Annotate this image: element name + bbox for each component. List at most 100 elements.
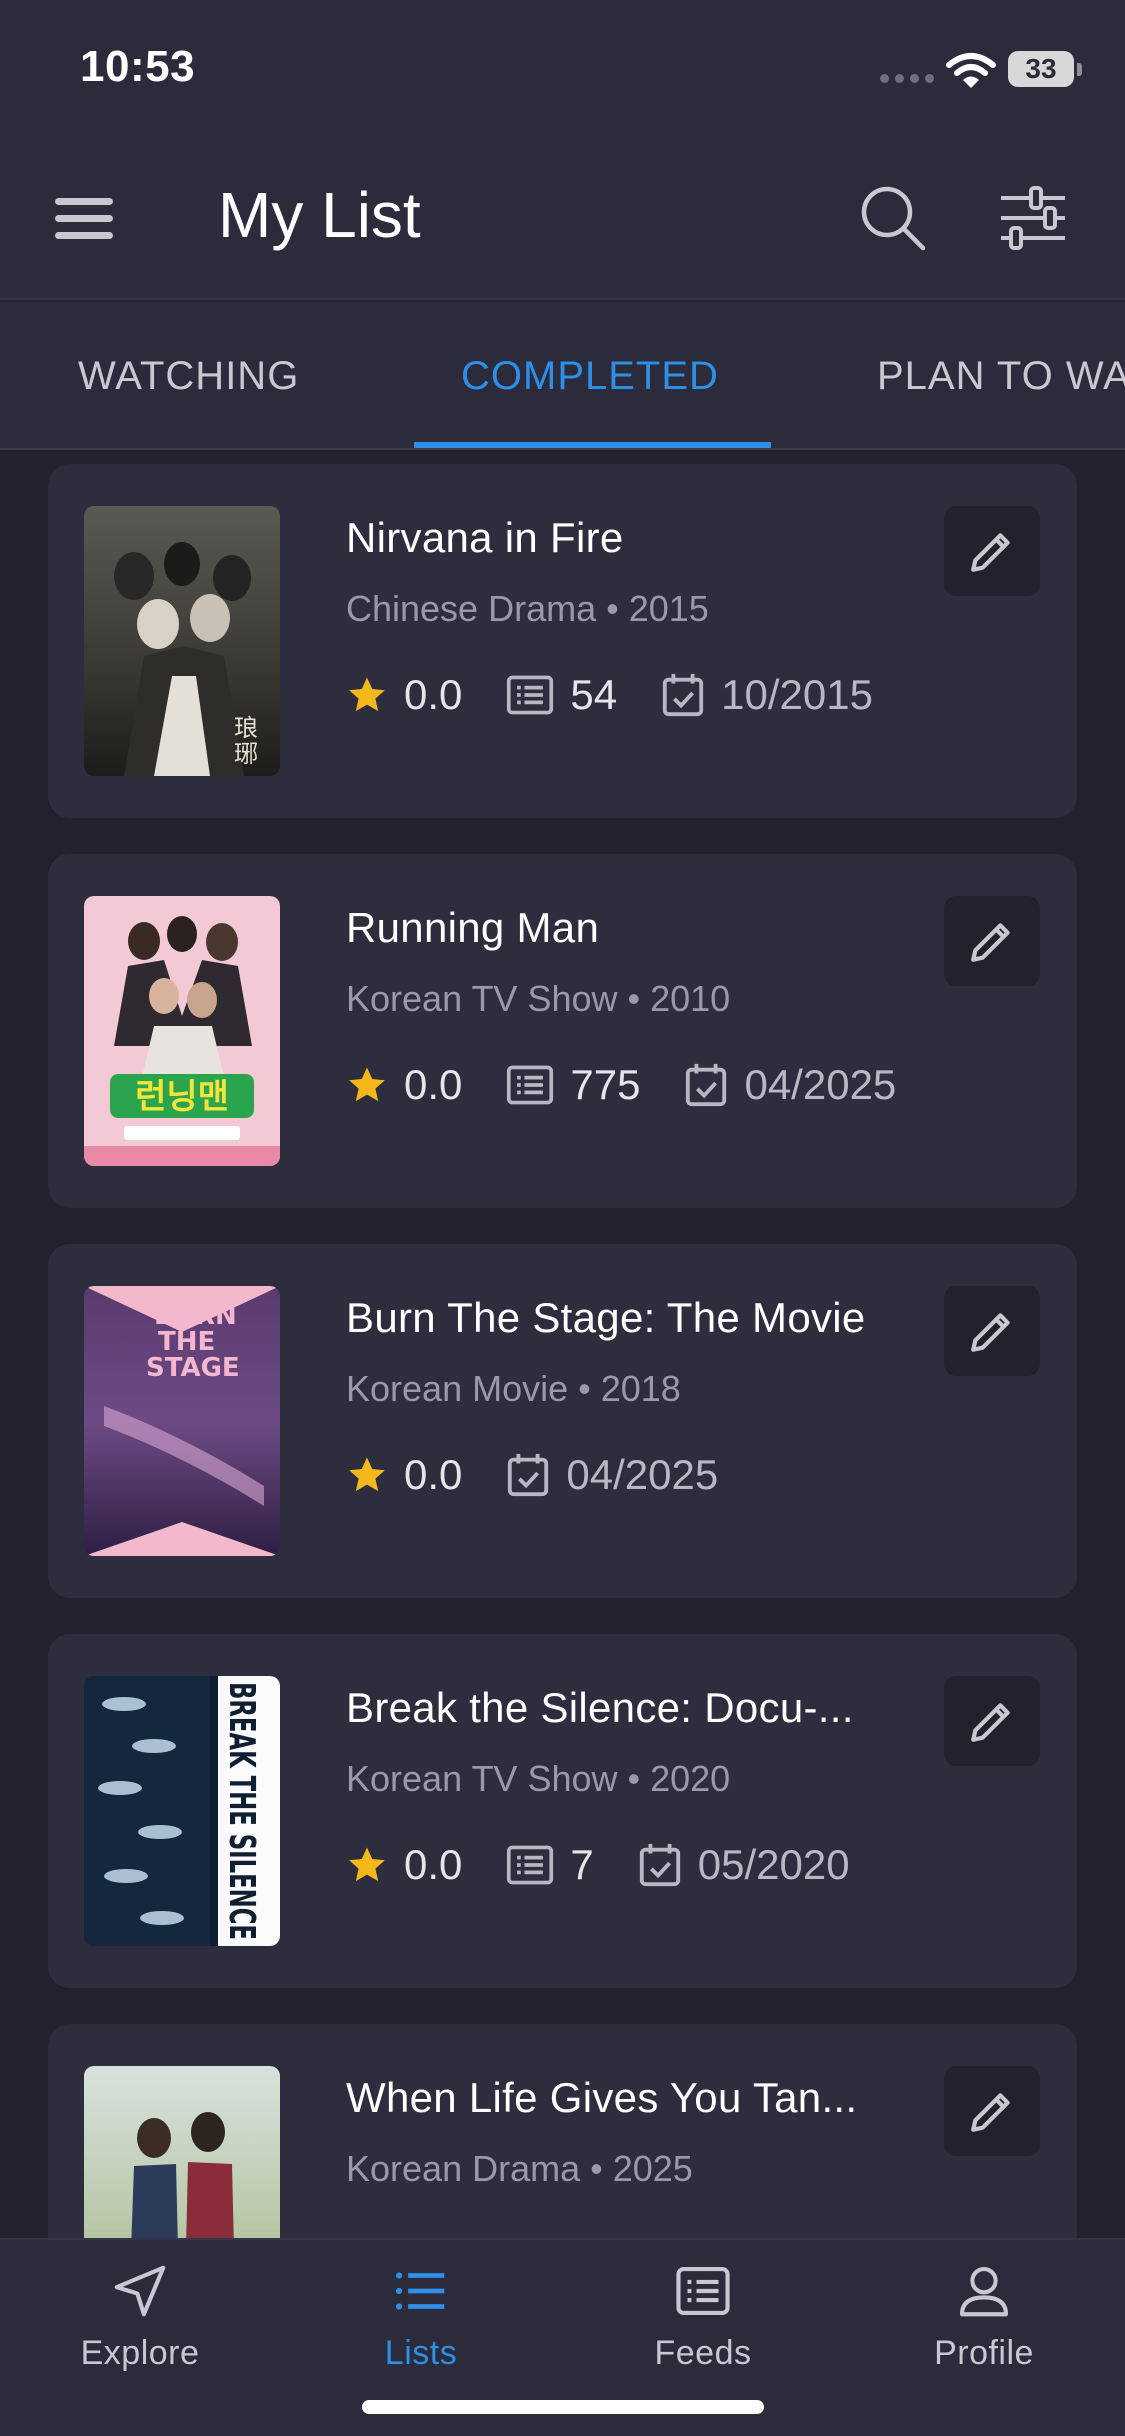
rating-value: 0.0 — [404, 1451, 463, 1498]
filter-icon[interactable] — [995, 180, 1071, 256]
date-stat: 04/2025 — [684, 1061, 896, 1109]
date-stat: 04/2025 — [506, 1451, 718, 1499]
item-meta: Korean TV Show • 2020 — [346, 1758, 731, 1799]
item-title[interactable]: Break the Silence: Docu-... — [346, 1684, 906, 1732]
calendar-check-icon — [686, 1063, 727, 1107]
menu-icon[interactable] — [50, 188, 120, 248]
battery-cap — [1077, 63, 1082, 76]
pencil-icon — [971, 923, 1010, 962]
item-stats: 0.0 04/2025 — [346, 1450, 762, 1500]
item-meta: Korean TV Show • 2010 — [346, 978, 731, 1019]
poster-image: BREAK THE SILENCE — [84, 1676, 280, 1946]
star-icon — [349, 1457, 385, 1492]
svg-text:琊: 琊 — [234, 740, 258, 768]
status-time: 10:53 — [80, 42, 196, 91]
date-value: 05/2020 — [697, 1841, 850, 1888]
app-screen: 10:53 33 My List WATCHING COMPLETED PLAN… — [0, 0, 1125, 2436]
item-title[interactable]: Nirvana in Fire — [346, 514, 906, 562]
item-title[interactable]: Burn The Stage: The Movie — [346, 1294, 906, 1342]
page-title: My List — [218, 179, 421, 251]
date-value: 04/2025 — [744, 1061, 897, 1108]
tab-plan-to-watch[interactable]: PLAN TO WATCH — [877, 354, 1125, 399]
rating-value: 0.0 — [404, 671, 463, 718]
episodes-stat: 54 — [506, 671, 617, 719]
feed-icon — [676, 2266, 730, 2316]
nav-lists[interactable]: Lists — [321, 2260, 521, 2373]
date-value: 10/2015 — [721, 671, 873, 718]
item-stats: 0.0 775 04/2025 — [346, 1060, 940, 1110]
date-stat: 10/2015 — [661, 671, 873, 719]
nav-label: Lists — [384, 2334, 458, 2372]
poster-image: BURN THE STAGE — [84, 1286, 280, 1556]
item-stats: 0.0 54 10/2015 — [346, 670, 917, 720]
edit-button[interactable] — [944, 2066, 1040, 2156]
rating-stat: 0.0 — [346, 1451, 462, 1499]
item-meta: Chinese Drama • 2015 — [346, 588, 709, 629]
item-title[interactable]: Running Man — [346, 904, 906, 952]
list-item[interactable]: BREAK THE SILENCE Break the Silence: Doc… — [48, 1634, 1077, 1988]
list-item[interactable]: When Life Gives You Tan... Korean Drama … — [48, 2024, 1077, 2238]
item-title[interactable]: When Life Gives You Tan... — [346, 2074, 906, 2122]
poster-title-text: BREAK THE SILENCE — [221, 1682, 262, 1940]
rating-stat: 0.0 — [346, 1841, 462, 1889]
edit-button[interactable] — [944, 506, 1040, 596]
nav-profile[interactable]: Profile — [884, 2260, 1084, 2373]
completed-list[interactable]: 琅 琊 Nirvana in Fire Chinese Drama • 2015… — [0, 452, 1125, 2238]
list-item[interactable]: 琅 琊 Nirvana in Fire Chinese Drama • 2015… — [48, 464, 1077, 818]
active-tab-indicator — [414, 442, 771, 448]
nav-feeds[interactable]: Feeds — [603, 2260, 803, 2373]
calendar-check-icon — [662, 673, 704, 717]
list-item[interactable]: BURN THE STAGE Burn The Stage: The Movie… — [48, 1244, 1077, 1598]
navigation-icon — [114, 2265, 166, 2317]
status-bar: 10:53 33 — [0, 0, 1125, 140]
episodes-value: 7 — [570, 1841, 594, 1888]
nav-explore[interactable]: Explore — [40, 2260, 240, 2373]
episodes-stat: 7 — [506, 1841, 594, 1889]
edit-button[interactable] — [944, 1676, 1040, 1766]
rating-value: 0.0 — [404, 1841, 463, 1888]
date-stat: 05/2020 — [638, 1841, 850, 1889]
item-stats: 0.0 7 05/2020 — [346, 1840, 894, 1890]
svg-text:琅: 琅 — [234, 714, 258, 742]
calendar-check-icon — [639, 1843, 680, 1887]
poster-image: 런닝맨 — [84, 896, 280, 1166]
wifi-icon — [946, 53, 996, 88]
star-icon — [349, 677, 385, 712]
star-icon — [349, 1067, 385, 1102]
list-tabs: WATCHING COMPLETED PLAN TO WATCH — [0, 302, 1125, 450]
app-header: My List — [0, 140, 1125, 300]
battery-indicator: 33 — [1008, 51, 1074, 87]
search-icon[interactable] — [855, 180, 931, 256]
pencil-icon — [971, 2093, 1010, 2132]
tab-completed[interactable]: COMPLETED — [461, 354, 719, 399]
rating-stat: 0.0 — [346, 1061, 462, 1109]
rating-value: 0.0 — [404, 1061, 463, 1108]
pencil-icon — [971, 1703, 1010, 1742]
episodes-icon — [507, 1845, 554, 1885]
poster-image: 琅 琊 — [84, 506, 280, 776]
episodes-icon — [507, 675, 554, 715]
date-value: 04/2025 — [566, 1451, 719, 1498]
svg-text:STAGE: STAGE — [146, 1353, 240, 1383]
calendar-check-icon — [508, 1453, 549, 1497]
nav-label: Explore — [80, 2334, 200, 2372]
pencil-icon — [971, 533, 1010, 572]
episodes-icon — [507, 1065, 554, 1105]
pencil-icon — [971, 1313, 1010, 1352]
poster-title-text: 런닝맨 — [135, 1077, 229, 1117]
nav-label: Feeds — [654, 2334, 752, 2372]
list-item[interactable]: 런닝맨 Running Man Korean TV Show • 2010 0.… — [48, 854, 1077, 1208]
home-indicator[interactable] — [362, 2400, 764, 2414]
edit-button[interactable] — [944, 1286, 1040, 1376]
poster-image — [84, 2066, 280, 2238]
cellular-signal-icon — [880, 74, 934, 83]
star-icon — [349, 1847, 385, 1882]
person-icon — [959, 2266, 1009, 2317]
rating-stat: 0.0 — [346, 671, 462, 719]
episodes-value: 775 — [570, 1061, 641, 1108]
list-icon — [395, 2272, 445, 2310]
tab-watching[interactable]: WATCHING — [78, 354, 299, 399]
episodes-stat: 775 — [506, 1061, 640, 1109]
edit-button[interactable] — [944, 896, 1040, 986]
item-meta: Korean Drama • 2025 — [346, 2148, 693, 2189]
